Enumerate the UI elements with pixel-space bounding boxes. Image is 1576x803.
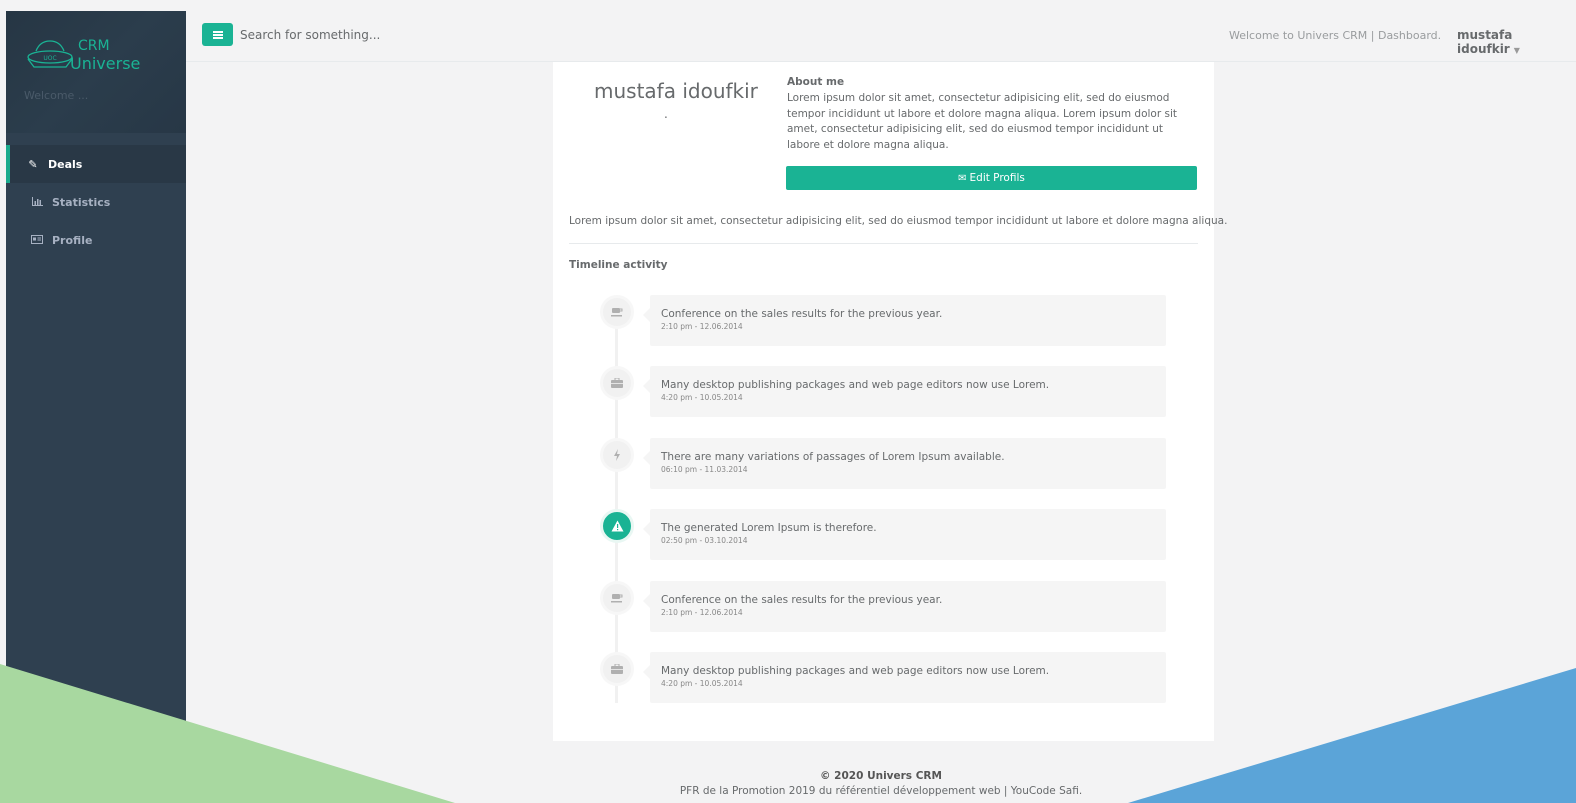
timeline-item: The generated Lorem Ipsum is therefore. … <box>600 509 1166 560</box>
timeline-title: Timeline activity <box>569 259 668 271</box>
timeline-text: Conference on the sales results for the … <box>661 594 943 606</box>
timeline-content: The generated Lorem Ipsum is therefore. … <box>643 509 1166 560</box>
timeline-time: 2:10 pm - 12.06.2014 <box>661 322 743 331</box>
sidebar-item-label: Statistics <box>52 195 111 209</box>
briefcase-icon <box>600 652 634 686</box>
timeline-time: 06:10 pm - 11.03.2014 <box>661 465 748 474</box>
sidebar-item-statistics[interactable]: Statistics <box>6 183 186 221</box>
about-title: About me <box>787 76 845 88</box>
brand-line-2: Universe <box>70 54 141 73</box>
timeline-time: 4:20 pm - 10.05.2014 <box>661 679 743 688</box>
edit-profile-label: Edit Profils <box>969 172 1025 184</box>
edit-profile-button[interactable]: ✉ Edit Profils <box>786 166 1197 190</box>
envelope-icon: ✉ <box>958 172 967 184</box>
search-input[interactable] <box>240 24 540 46</box>
coffee-icon <box>600 295 634 329</box>
timeline-text: The generated Lorem Ipsum is therefore. <box>661 522 877 534</box>
timeline-text: Many desktop publishing packages and web… <box>661 665 1050 677</box>
footer: © 2020 Univers CRM PFR de la Promotion 2… <box>186 768 1576 798</box>
timeline-content: There are many variations of passages of… <box>643 438 1166 489</box>
timeline-content: Conference on the sales results for the … <box>643 581 1166 632</box>
timeline-text: There are many variations of passages of… <box>661 451 1005 463</box>
bar-chart-icon <box>30 196 44 209</box>
sidebar-item-deals[interactable]: ✎ Deals <box>6 145 186 183</box>
timeline-item: Many desktop publishing packages and web… <box>600 366 1166 417</box>
sidebar-welcome: Welcome ... <box>24 89 89 102</box>
timeline-item: Conference on the sales results for the … <box>600 295 1166 346</box>
id-card-icon <box>30 234 44 247</box>
about-text: Lorem ipsum dolor sit amet, consectetur … <box>787 92 1178 151</box>
user-name: mustafa idoufkir <box>1457 28 1513 56</box>
logo[interactable]: UOC CRM Universe <box>24 37 168 73</box>
brand-line-1: CRM <box>78 38 110 54</box>
hamburger-icon <box>212 30 223 39</box>
profile-card: mustafa idoufkir . About me Lorem ipsum … <box>553 62 1227 741</box>
user-menu[interactable]: mustafa idoufkir ▼ <box>1457 28 1576 56</box>
timeline-content: Many desktop publishing packages and web… <box>643 366 1166 417</box>
sidebar-item-profile[interactable]: Profile <box>6 221 186 259</box>
bio-text: Lorem ipsum dolor sit amet, consectetur … <box>569 215 1228 227</box>
caret-down-icon: ▼ <box>1513 46 1520 55</box>
profile-subtitle: . <box>664 107 668 121</box>
briefcase-icon <box>600 366 634 400</box>
timeline-item: Many desktop publishing packages and web… <box>600 652 1166 703</box>
divider <box>569 243 1198 244</box>
timeline-time: 2:10 pm - 12.06.2014 <box>661 608 743 617</box>
edit-icon: ✎ <box>28 157 38 171</box>
timeline-text: Many desktop publishing packages and web… <box>661 379 1050 391</box>
sidebar-item-label: Profile <box>52 233 93 247</box>
profile-name: mustafa idoufkir <box>594 79 758 103</box>
top-navbar: Welcome to Univers CRM | Dashboard. must… <box>186 11 1576 62</box>
logo-icon: UOC <box>27 40 73 68</box>
logo-badge: UOC <box>43 55 56 62</box>
sidebar-header: UOC CRM Universe Welcome ... <box>6 11 186 133</box>
menu-toggle-button[interactable] <box>202 23 233 46</box>
timeline-text: Conference on the sales results for the … <box>661 308 943 320</box>
sidebar: UOC CRM Universe Welcome ... ✎ Deals Sta… <box>6 11 186 803</box>
welcome-message: Welcome to Univers CRM | Dashboard. <box>1229 29 1442 42</box>
bolt-icon <box>600 438 634 472</box>
coffee-icon <box>600 581 634 615</box>
timeline-item: There are many variations of passages of… <box>600 438 1166 489</box>
timeline-item: Conference on the sales results for the … <box>600 581 1166 632</box>
sidebar-item-label: Deals <box>48 157 83 171</box>
timeline-time: 02:50 pm - 03.10.2014 <box>661 536 748 545</box>
timeline-content: Many desktop publishing packages and web… <box>643 652 1166 703</box>
footer-copyright: © 2020 Univers CRM <box>820 770 942 782</box>
timeline-content: Conference on the sales results for the … <box>643 295 1166 346</box>
footer-credits: PFR de la Promotion 2019 du référentiel … <box>679 785 1083 797</box>
warning-icon <box>600 509 634 543</box>
timeline-time: 4:20 pm - 10.05.2014 <box>661 393 743 402</box>
